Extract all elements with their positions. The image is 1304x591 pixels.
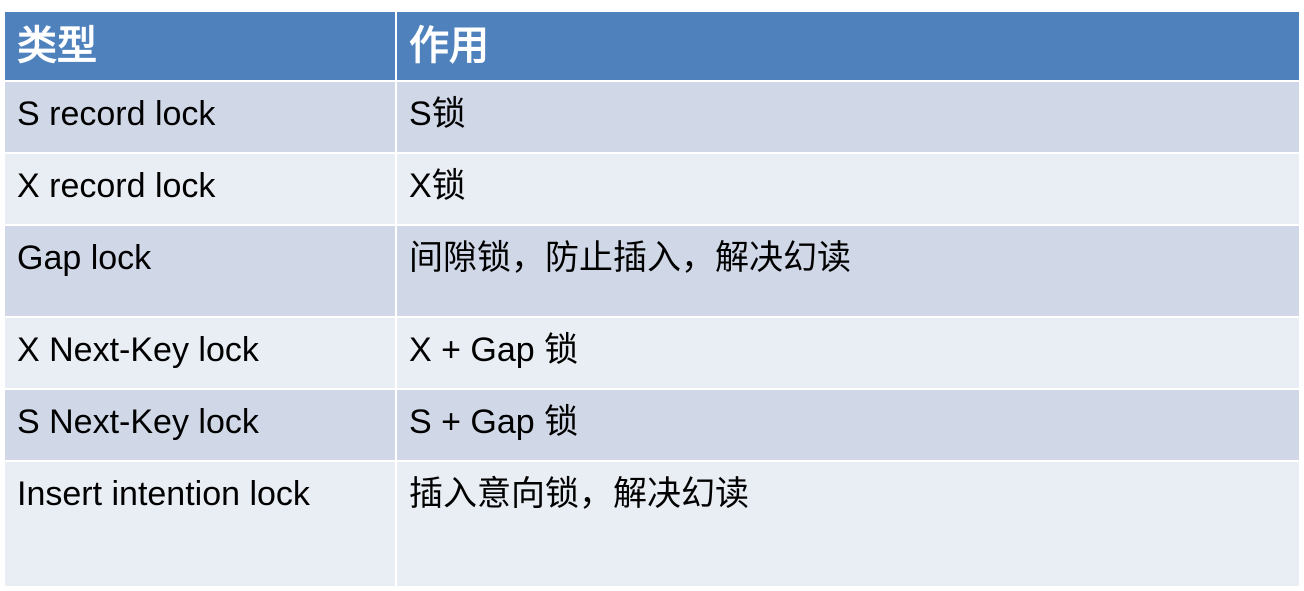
lock-type-cell: S record lock (5, 82, 397, 152)
header-purpose: 作用 (409, 24, 489, 68)
lock-type-cell: Gap lock (5, 226, 397, 316)
table-header-row: 类型 作用 (5, 12, 1299, 82)
lock-purpose-cell: 间隙锁，防止插入，解决幻读 (409, 239, 851, 277)
lock-type-cell: X record lock (5, 154, 397, 224)
lock-purpose-cell: X锁 (409, 167, 466, 205)
lock-purpose-cell: S锁 (409, 95, 466, 133)
lock-purpose-cell: 插入意向锁，解决幻读 (409, 475, 749, 513)
lock-type-cell: Insert intention lock (5, 462, 397, 586)
table-row: X record lock X锁 (5, 154, 1299, 226)
lock-type-cell: X Next-Key lock (5, 318, 397, 388)
table-row: S Next-Key lock S + Gap 锁 (5, 390, 1299, 462)
lock-purpose-cell: S + Gap 锁 (409, 403, 579, 441)
lock-types-table: 类型 作用 S record lock S锁 X record lock X锁 … (5, 12, 1299, 588)
lock-purpose-cell: X + Gap 锁 (409, 331, 579, 369)
table-row: Gap lock 间隙锁，防止插入，解决幻读 (5, 226, 1299, 318)
table-row: X Next-Key lock X + Gap 锁 (5, 318, 1299, 390)
table-row: Insert intention lock 插入意向锁，解决幻读 (5, 462, 1299, 588)
lock-type-cell: S Next-Key lock (5, 390, 397, 460)
table-row: S record lock S锁 (5, 82, 1299, 154)
header-type: 类型 (5, 12, 397, 80)
